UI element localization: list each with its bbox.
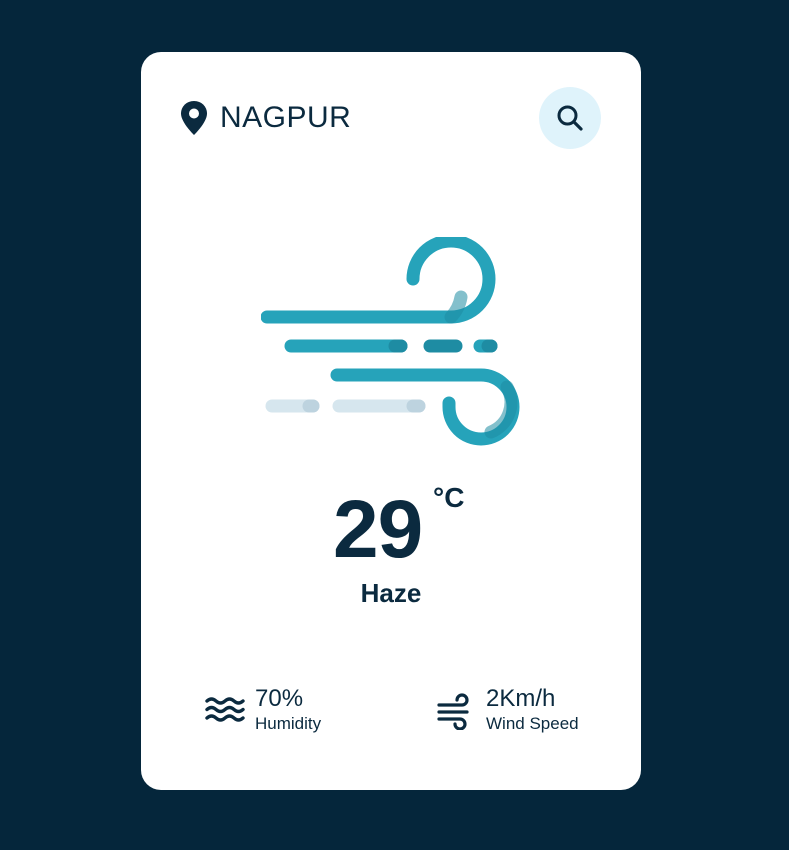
humidity-label: Humidity bbox=[255, 714, 322, 733]
search-icon bbox=[557, 105, 583, 131]
humidity-stat: 70% Humidity bbox=[205, 685, 321, 735]
wind-speed-text: 2Km/h Wind Speed bbox=[486, 685, 579, 735]
wind-icon bbox=[261, 237, 520, 446]
weather-card: NAGPUR 29 °C Haze 70% Humidity 2Km/h Win… bbox=[141, 52, 641, 790]
weather-condition: Haze bbox=[360, 578, 422, 608]
temperature-value: 29 bbox=[333, 484, 423, 575]
temperature-unit: °C bbox=[433, 482, 465, 513]
location-header: NAGPUR bbox=[179, 100, 351, 136]
waves-icon bbox=[205, 697, 245, 722]
wind-speed-value: 2Km/h bbox=[486, 685, 556, 712]
location-pin-icon bbox=[181, 101, 207, 135]
wind-speed-label: Wind Speed bbox=[486, 714, 579, 733]
city-name: NAGPUR bbox=[220, 101, 352, 134]
temperature-display: 29 °C bbox=[141, 480, 641, 580]
wind-icon bbox=[437, 693, 469, 730]
search-button[interactable] bbox=[539, 87, 601, 149]
humidity-text: 70% Humidity bbox=[255, 685, 321, 735]
humidity-value: 70% bbox=[255, 685, 304, 712]
wind-speed-stat: 2Km/h Wind Speed bbox=[436, 685, 579, 735]
